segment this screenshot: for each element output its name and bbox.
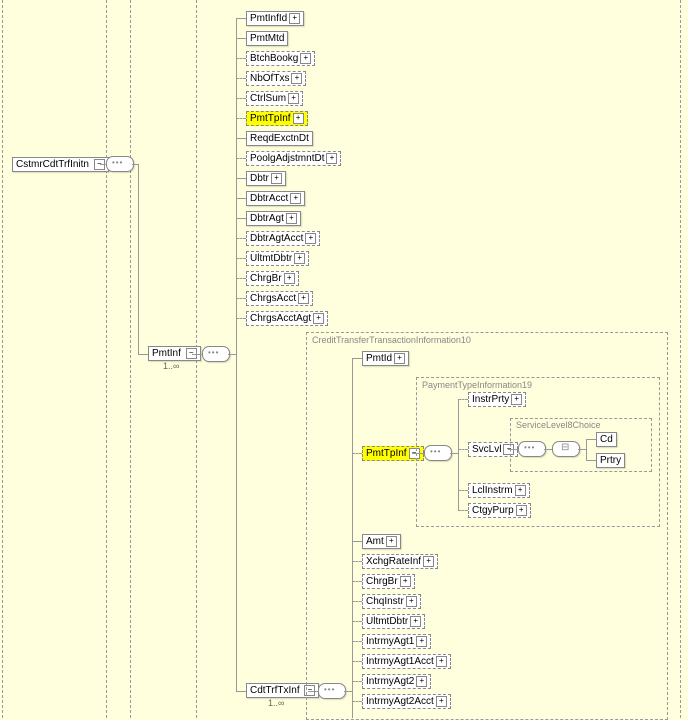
expand-icon[interactable]: +: [288, 93, 299, 104]
expand-icon[interactable]: +: [286, 213, 297, 224]
node-prtry[interactable]: Prtry: [596, 453, 625, 468]
node-amt[interactable]: Amt+: [362, 534, 401, 549]
expand-icon[interactable]: +: [386, 536, 397, 547]
node-dbtracct[interactable]: DbtrAcct+: [246, 191, 305, 206]
node-pmttpinf-1[interactable]: PmtTpInf+: [246, 111, 308, 126]
expand-icon[interactable]: +: [294, 253, 305, 264]
label: PmtInf: [152, 348, 181, 359]
node-lclinstrm[interactable]: LclInstrm+: [468, 483, 530, 498]
expand-icon[interactable]: +: [416, 676, 427, 687]
node-ultmtdbtr[interactable]: UltmtDbtr+: [246, 251, 309, 266]
node-intrmyagt2[interactable]: IntrmyAgt2+: [362, 674, 431, 689]
expand-icon[interactable]: +: [326, 153, 337, 164]
node-ultmtdbtr2[interactable]: UltmtDbtr+: [362, 614, 425, 629]
cardinality: 1..∞: [163, 361, 179, 371]
node-pmtid[interactable]: PmtId+: [362, 351, 409, 366]
label: CstmrCdtTrfInitn: [16, 159, 89, 170]
expand-icon[interactable]: +: [394, 353, 405, 364]
expand-icon[interactable]: +: [300, 53, 311, 64]
node-dbtragtacct[interactable]: DbtrAgtAcct+: [246, 231, 320, 246]
node-chrgsacct[interactable]: ChrgsAcct+: [246, 291, 313, 306]
node-pmtmtd[interactable]: PmtMtd: [246, 31, 288, 46]
node-ctrlsum[interactable]: CtrlSum+: [246, 91, 303, 106]
expand-icon[interactable]: +: [284, 273, 295, 284]
node-chrgsacctagt[interactable]: ChrgsAcctAgt+: [246, 311, 328, 326]
group-label-cdttrf: CreditTransferTransactionInformation10: [312, 335, 471, 345]
sequence-icon[interactable]: [106, 156, 134, 172]
node-intrmyagt2acct[interactable]: IntrmyAgt2Acct+: [362, 694, 451, 709]
node-chrgbr2[interactable]: ChrgBr+: [362, 574, 415, 589]
node-ctgypurp[interactable]: CtgyPurp+: [468, 503, 531, 518]
expand-icon[interactable]: +: [313, 313, 324, 324]
node-poolgadjstmntdt[interactable]: PoolgAdjstmntDt+: [246, 151, 341, 166]
node-xchgrateinf[interactable]: XchgRateInf+: [362, 554, 438, 569]
sequence-icon[interactable]: [424, 445, 452, 461]
expand-icon[interactable]: +: [516, 505, 527, 516]
cardinality: 1..∞: [268, 698, 284, 708]
node-nboftxs[interactable]: NbOfTxs+: [246, 71, 306, 86]
sequence-icon[interactable]: [518, 441, 546, 457]
node-intrmyagt1[interactable]: IntrmyAgt1+: [362, 634, 431, 649]
node-pmtinfid[interactable]: PmtInfId+: [246, 11, 304, 26]
expand-icon[interactable]: +: [511, 394, 522, 405]
expand-icon[interactable]: +: [290, 193, 301, 204]
node-dbtr[interactable]: Dbtr+: [246, 171, 286, 186]
node-dbtragt[interactable]: DbtrAgt+: [246, 211, 301, 226]
group-label-pmttp: PaymentTypeInformation19: [422, 380, 532, 390]
expand-icon[interactable]: +: [436, 696, 447, 707]
group-label-svclvl: ServiceLevel8Choice: [516, 420, 601, 430]
label: CdtTrfTxInf: [250, 685, 300, 696]
expand-icon[interactable]: +: [289, 13, 300, 24]
expand-icon[interactable]: +: [291, 73, 302, 84]
expand-icon[interactable]: +: [400, 576, 411, 587]
expand-icon[interactable]: +: [410, 616, 421, 627]
node-instrprty[interactable]: InstrPrty+: [468, 392, 526, 407]
expand-icon[interactable]: +: [305, 233, 316, 244]
node-cstmrcdttrfinitn[interactable]: CstmrCdtTrfInitn −: [12, 157, 109, 172]
node-chqinstr[interactable]: ChqInstr+: [362, 594, 421, 609]
node-reqdexctndt[interactable]: ReqdExctnDt: [246, 131, 313, 146]
sequence-icon[interactable]: [202, 346, 230, 362]
choice-icon[interactable]: [552, 441, 580, 457]
node-intrmyagt1acct[interactable]: IntrmyAgt1Acct+: [362, 654, 451, 669]
node-btchbookg[interactable]: BtchBookg+: [246, 51, 315, 66]
node-cd[interactable]: Cd: [596, 432, 617, 447]
expand-icon[interactable]: +: [298, 293, 309, 304]
expand-icon[interactable]: +: [436, 656, 447, 667]
expand-icon[interactable]: +: [293, 113, 304, 124]
expand-icon[interactable]: +: [406, 596, 417, 607]
expand-icon[interactable]: +: [423, 556, 434, 567]
expand-icon[interactable]: +: [271, 173, 282, 184]
expand-icon[interactable]: +: [416, 636, 427, 647]
node-chrgbr[interactable]: ChrgBr+: [246, 271, 299, 286]
sequence-icon[interactable]: [318, 683, 346, 699]
expand-icon[interactable]: +: [515, 485, 526, 496]
